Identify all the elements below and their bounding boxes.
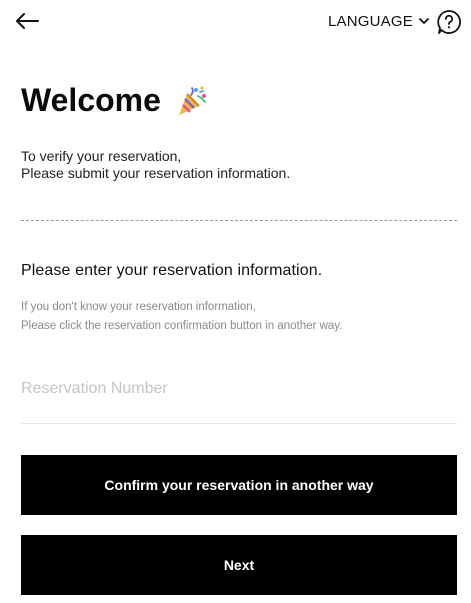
- help-button[interactable]: [436, 9, 462, 35]
- intro-line-1: To verify your reservation,: [21, 148, 182, 164]
- arrow-left-icon: [16, 13, 39, 29]
- hint-line-2: Please click the reservation confirmatio…: [21, 320, 343, 332]
- party-popper-icon: [178, 85, 206, 115]
- top-bar: LANGUAGE: [0, 0, 471, 44]
- language-label: LANGUAGE: [328, 12, 413, 30]
- next-button[interactable]: Next: [21, 535, 457, 595]
- reservation-verify-page: LANGUAGE Welcome To verify your reservat…: [0, 0, 471, 603]
- intro-line-2: Please submit your reservation informati…: [21, 165, 291, 181]
- reservation-number-input[interactable]: [21, 372, 457, 406]
- dashed-divider: [21, 220, 457, 221]
- welcome-title: Welcome: [21, 82, 161, 118]
- question-circle-icon: [437, 10, 461, 34]
- form-hint: If you don't know your reservation infor…: [21, 298, 342, 336]
- back-button[interactable]: [12, 7, 42, 35]
- confirm-another-way-button[interactable]: Confirm your reservation in another way: [21, 455, 457, 515]
- language-selector[interactable]: LANGUAGE: [328, 10, 429, 32]
- welcome-heading: Welcome: [21, 82, 209, 119]
- hint-line-1: If you don't know your reservation infor…: [21, 301, 256, 313]
- reservation-number-field: [21, 372, 457, 424]
- chevron-down-icon: [419, 17, 429, 24]
- form-section-title: Please enter your reservation informatio…: [21, 262, 323, 279]
- intro-text: To verify your reservation, Please submi…: [21, 148, 290, 182]
